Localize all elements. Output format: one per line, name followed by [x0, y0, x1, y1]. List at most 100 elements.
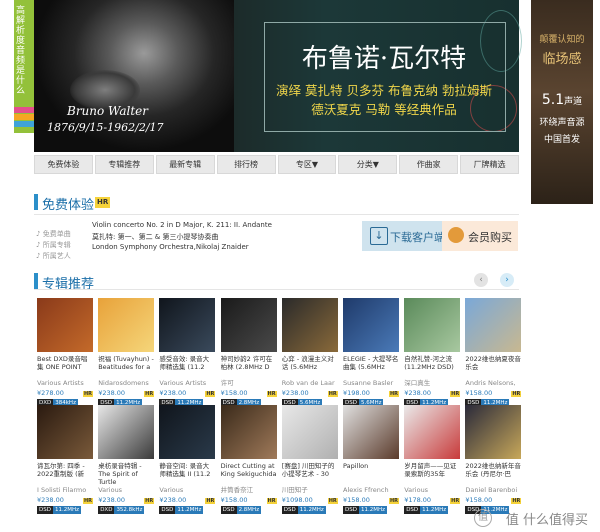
- album-card[interactable]: 神司妙韵2 许可在柏林 (2.8MHz D 许可 ¥158.00 HR DSD 2.8MH…: [220, 298, 277, 407]
- side-tab-1[interactable]: [14, 107, 34, 113]
- album-card[interactable]: 岁月留声——见证录索斯的35年 Various ¥178.00 HR DSD 11.2MH…: [404, 405, 461, 514]
- album-artist[interactable]: Andris Nelsons,: [465, 379, 521, 388]
- album-artist[interactable]: I Solisti Filarmo: [37, 486, 93, 495]
- album-artist[interactable]: Rob van de Laar: [282, 379, 338, 388]
- album-artist[interactable]: Various: [98, 486, 154, 495]
- album-title[interactable]: ELEGIE - 大提琴名曲集 (5.6MHz: [343, 355, 399, 379]
- album-price-value: ¥278.00: [37, 389, 64, 397]
- album-cover[interactable]: [220, 298, 277, 352]
- album-title[interactable]: 2022维也纳新年音乐会 (丹尼尔·巴: [465, 462, 521, 486]
- album-title[interactable]: 2022维也纳夏夜音乐会: [465, 355, 521, 379]
- album-price-value: ¥158.00: [343, 496, 370, 504]
- album-title[interactable]: 自然礼赞-河之流 (11.2MHz DSD): [404, 355, 460, 379]
- album-artist[interactable]: Daniel Barenboi: [465, 486, 521, 495]
- nav-composer[interactable]: 作曲家: [399, 155, 459, 174]
- format-type: DSD: [343, 506, 359, 514]
- album-card[interactable]: 自然礼赞-河之流 (11.2MHz DSD) 深口真生 ¥238.00 HR DSD 11…: [404, 298, 461, 407]
- album-cover[interactable]: [465, 298, 522, 352]
- album-cover[interactable]: [343, 405, 399, 459]
- album-cover[interactable]: [220, 405, 277, 459]
- album-price-value: ¥238.00: [281, 389, 309, 397]
- album-artist[interactable]: Alexis Ffrench: [343, 486, 399, 495]
- album-price-value: ¥158.00: [465, 389, 493, 397]
- album-cover[interactable]: [281, 298, 338, 352]
- album-title[interactable]: 谛瓦尔第: 四季 - 2022重制版 (新: [37, 462, 93, 486]
- album-artist[interactable]: Various: [159, 486, 215, 495]
- album-price: ¥158.00 HR: [221, 495, 277, 505]
- album-cover[interactable]: [404, 298, 461, 352]
- album-artist[interactable]: 川田知子: [282, 486, 338, 495]
- album-cover[interactable]: [159, 298, 216, 352]
- free-artist-value[interactable]: London Symphony Orchestra,Nikolaj Znaide…: [92, 243, 249, 251]
- album-title[interactable]: 感受音效: 录音大师精选集 (11.2: [159, 355, 215, 379]
- ad-text-4: 环绕声音源: [539, 118, 585, 128]
- album-title[interactable]: 岁月留声——见证录索斯的35年: [404, 462, 460, 486]
- album-price-value: ¥238.00: [98, 496, 126, 504]
- album-artist[interactable]: 许可: [221, 379, 277, 388]
- album-artist[interactable]: 井筒香奈江: [221, 486, 277, 495]
- album-cover[interactable]: [404, 405, 461, 459]
- nav-latest[interactable]: 最新专辑: [155, 155, 215, 174]
- hr-badge: HR: [95, 197, 111, 208]
- album-format: DSD 11.2MHz: [404, 506, 460, 514]
- album-title[interactable]: 神司妙韵2 许可在柏林 (2.8MHz D: [221, 355, 277, 379]
- album-artist[interactable]: 深口真生: [404, 379, 460, 388]
- album-artist[interactable]: Susanne Basler: [343, 379, 399, 388]
- album-title[interactable]: Papillon: [343, 462, 399, 486]
- nav-labels[interactable]: 厂牌精选: [460, 155, 519, 174]
- album-title[interactable]: 心弈 - 浪漫主义对话 (5.6MHz: [282, 355, 338, 379]
- album-card[interactable]: 桌枋录音特辑 - The Spirit of Turtle Various ¥238…: [98, 405, 155, 514]
- next-arrow-icon[interactable]: ›: [500, 273, 514, 287]
- album-card[interactable]: 静音空间: 录音大师精选集 II (11.2 Various ¥238.00 HR DS…: [159, 405, 216, 514]
- album-format: DSD 11.2MHz: [159, 506, 215, 514]
- album-card[interactable]: 2022维也纳夏夜音乐会 Andris Nelsons, ¥158.00 HR DSD 1…: [465, 298, 522, 407]
- free-track-value[interactable]: Violin concerto No. 2 in D Major, K. 211…: [92, 221, 272, 229]
- album-cover[interactable]: [98, 405, 155, 459]
- album-artist[interactable]: Various Artists: [159, 379, 215, 388]
- album-title[interactable]: 桌枋录音特辑 - The Spirit of Turtle: [98, 462, 154, 486]
- vip-purchase-button[interactable]: 会员购买: [442, 221, 518, 251]
- album-title[interactable]: 祝福 (Tuvayhun) - Beatitudes for a: [98, 355, 154, 379]
- album-card[interactable]: 谛瓦尔第: 四季 - 2022重制版 (新 I Solisti Filarmo ¥2…: [37, 405, 93, 514]
- album-title[interactable]: Direct Cutting at King Sekiguchida: [221, 462, 277, 486]
- nav-category-dropdown[interactable]: 分类▼: [338, 155, 398, 174]
- album-card[interactable]: [赛盘] 川田知子的小提琴艺术 - 30 川田知子 ¥1098.00 HR DSD 11.…: [281, 405, 338, 514]
- album-title[interactable]: [赛盘] 川田知子的小提琴艺术 - 30: [282, 462, 338, 486]
- side-tab-3[interactable]: [14, 121, 34, 127]
- free-album-value[interactable]: 莫扎特: 第一、第二 & 第三小提琴协奏曲: [92, 232, 219, 242]
- format-rate: 352.8kHz: [114, 506, 145, 514]
- album-card[interactable]: 心弈 - 浪漫主义对话 (5.6MHz Rob van de Laar ¥238.0…: [281, 298, 338, 407]
- album-card[interactable]: Papillon Alexis Ffrench ¥158.00 HR DSD 11.2MH…: [343, 405, 399, 514]
- side-tab-2[interactable]: [14, 114, 34, 120]
- format-rate: 11.2MHz: [297, 506, 326, 514]
- album-title[interactable]: Best DXD录音唱集 ONE POINT: [37, 355, 93, 379]
- format-type: DSD: [37, 506, 53, 514]
- album-artist[interactable]: Various: [404, 486, 460, 495]
- album-card[interactable]: Best DXD录音唱集 ONE POINT Various Artists ¥27…: [37, 298, 93, 407]
- nav-ranking[interactable]: 排行榜: [216, 155, 276, 174]
- album-card[interactable]: 祝福 (Tuvayhun) - Beatitudes for a Nidarosd…: [98, 298, 155, 407]
- side-promo-tabs: [14, 107, 34, 133]
- album-cover[interactable]: [37, 405, 93, 459]
- album-card[interactable]: Direct Cutting at King Sekiguchida 井筒香奈江 ¥…: [220, 405, 277, 514]
- album-cover[interactable]: [98, 298, 155, 352]
- album-card[interactable]: ELEGIE - 大提琴名曲集 (5.6MHz Susanne Basler ¥19…: [343, 298, 399, 407]
- album-artist[interactable]: Various Artists: [37, 379, 93, 388]
- nav-free-trial[interactable]: 免费体验: [34, 155, 93, 174]
- album-price: ¥178.00 HR: [404, 495, 461, 505]
- album-cover[interactable]: [465, 405, 522, 459]
- album-cover[interactable]: [281, 405, 338, 459]
- album-artist[interactable]: Nidarosdomens: [98, 379, 154, 388]
- nav-zone-dropdown[interactable]: 专区▼: [277, 155, 337, 174]
- hr-badge: HR: [82, 498, 93, 504]
- album-cover[interactable]: [159, 405, 216, 459]
- album-cover[interactable]: [343, 298, 399, 352]
- nav-recommend[interactable]: 专辑推荐: [94, 155, 154, 174]
- album-cover[interactable]: [37, 298, 93, 352]
- watermark-text: 值 什么值得买: [505, 513, 588, 528]
- album-card[interactable]: 2022维也纳新年音乐会 (丹尼尔·巴 Daniel Barenboi ¥158.0…: [465, 405, 522, 514]
- album-card[interactable]: 感受音效: 录音大师精选集 (11.2 Various Artists ¥238.0…: [159, 298, 216, 407]
- format-rate: 11.2MHz: [420, 506, 449, 514]
- album-title[interactable]: 静音空间: 录音大师精选集 II (11.2: [159, 462, 215, 486]
- prev-arrow-icon[interactable]: ‹: [474, 273, 488, 287]
